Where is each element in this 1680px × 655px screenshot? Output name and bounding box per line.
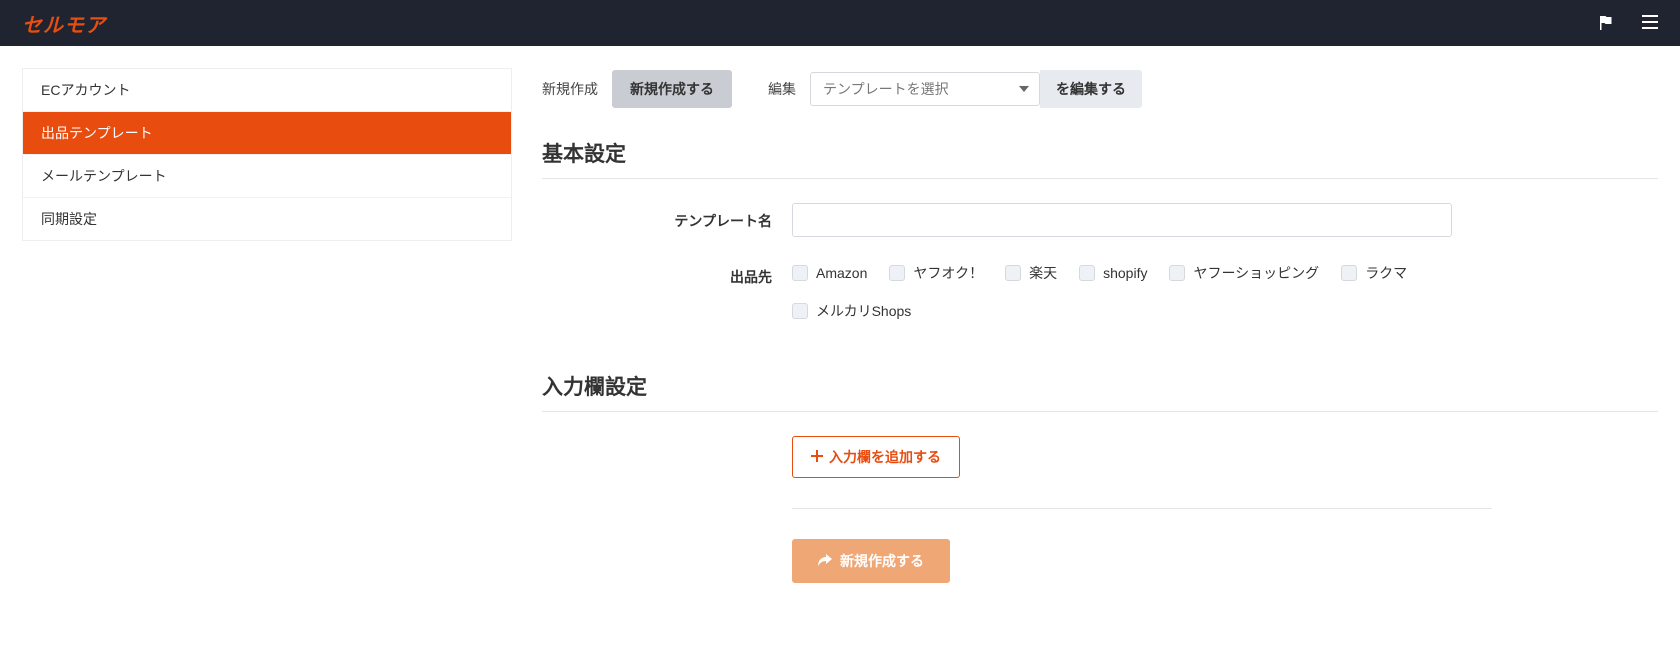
check-label: shopify: [1103, 265, 1147, 281]
submit-create-button[interactable]: 新規作成する: [792, 539, 950, 583]
template-name-input[interactable]: [792, 203, 1452, 237]
top-navbar: セルモア: [0, 0, 1680, 46]
main-content: 新規作成 新規作成する 編集 テンプレートを選択 を編集する 基本設定 テンプレ…: [542, 68, 1658, 633]
toolbar-edit-label: 編集: [768, 79, 796, 99]
destination-label: 出品先: [542, 259, 772, 287]
check-label: ラクマ: [1365, 263, 1407, 283]
input-settings-heading: 入力欄設定: [542, 371, 1658, 412]
toolbar-create-label: 新規作成: [542, 79, 598, 99]
brand-logo: セルモア: [22, 9, 106, 38]
flag-icon[interactable]: [1598, 14, 1614, 33]
create-new-button[interactable]: 新規作成する: [612, 70, 732, 108]
sidebar-item-listing-template[interactable]: 出品テンプレート: [23, 112, 511, 155]
checkbox-icon: [1005, 265, 1021, 281]
add-input-label: 入力欄を追加する: [829, 447, 941, 467]
checkbox-icon: [792, 265, 808, 281]
check-rakuten[interactable]: 楽天: [1005, 263, 1057, 283]
toolbar: 新規作成 新規作成する 編集 テンプレートを選択 を編集する: [542, 70, 1658, 108]
check-label: メルカリShops: [816, 301, 911, 321]
check-shopify[interactable]: shopify: [1079, 265, 1147, 281]
checkbox-icon: [1169, 265, 1185, 281]
add-input-button[interactable]: 入力欄を追加する: [792, 436, 960, 478]
check-amazon[interactable]: Amazon: [792, 265, 867, 281]
sidebar-item-mail-template[interactable]: メールテンプレート: [23, 155, 511, 198]
check-label: 楽天: [1029, 263, 1057, 283]
template-name-label: テンプレート名: [542, 203, 772, 231]
check-yahoo-shopping[interactable]: ヤフーショッピング: [1169, 263, 1319, 283]
sidebar-nav: ECアカウント 出品テンプレート メールテンプレート 同期設定: [22, 68, 512, 241]
check-label: Amazon: [816, 265, 867, 281]
share-arrow-icon: [818, 553, 832, 569]
checkbox-icon: [792, 303, 808, 319]
submit-label: 新規作成する: [840, 551, 924, 571]
sidebar-item-sync-settings[interactable]: 同期設定: [23, 198, 511, 240]
check-label: ヤフオク！: [913, 263, 983, 283]
checkbox-icon: [1079, 265, 1095, 281]
template-select[interactable]: テンプレートを選択: [810, 72, 1040, 106]
divider: [792, 508, 1492, 509]
destination-checks: Amazon ヤフオク！ 楽天 shopify ヤフーショッピング ラクマ メル…: [792, 259, 1452, 321]
plus-icon: [811, 449, 823, 465]
hamburger-icon[interactable]: [1642, 15, 1658, 32]
sidebar-item-ec-account[interactable]: ECアカウント: [23, 69, 511, 112]
checkbox-icon: [1341, 265, 1357, 281]
checkbox-icon: [889, 265, 905, 281]
check-yahoo-auction[interactable]: ヤフオク！: [889, 263, 983, 283]
check-label: ヤフーショッピング: [1193, 263, 1319, 283]
edit-button[interactable]: を編集する: [1040, 70, 1142, 108]
check-mercari-shops[interactable]: メルカリShops: [792, 301, 911, 321]
navbar-right: [1598, 14, 1658, 33]
basic-settings-heading: 基本設定: [542, 138, 1658, 179]
check-rakuma[interactable]: ラクマ: [1341, 263, 1407, 283]
